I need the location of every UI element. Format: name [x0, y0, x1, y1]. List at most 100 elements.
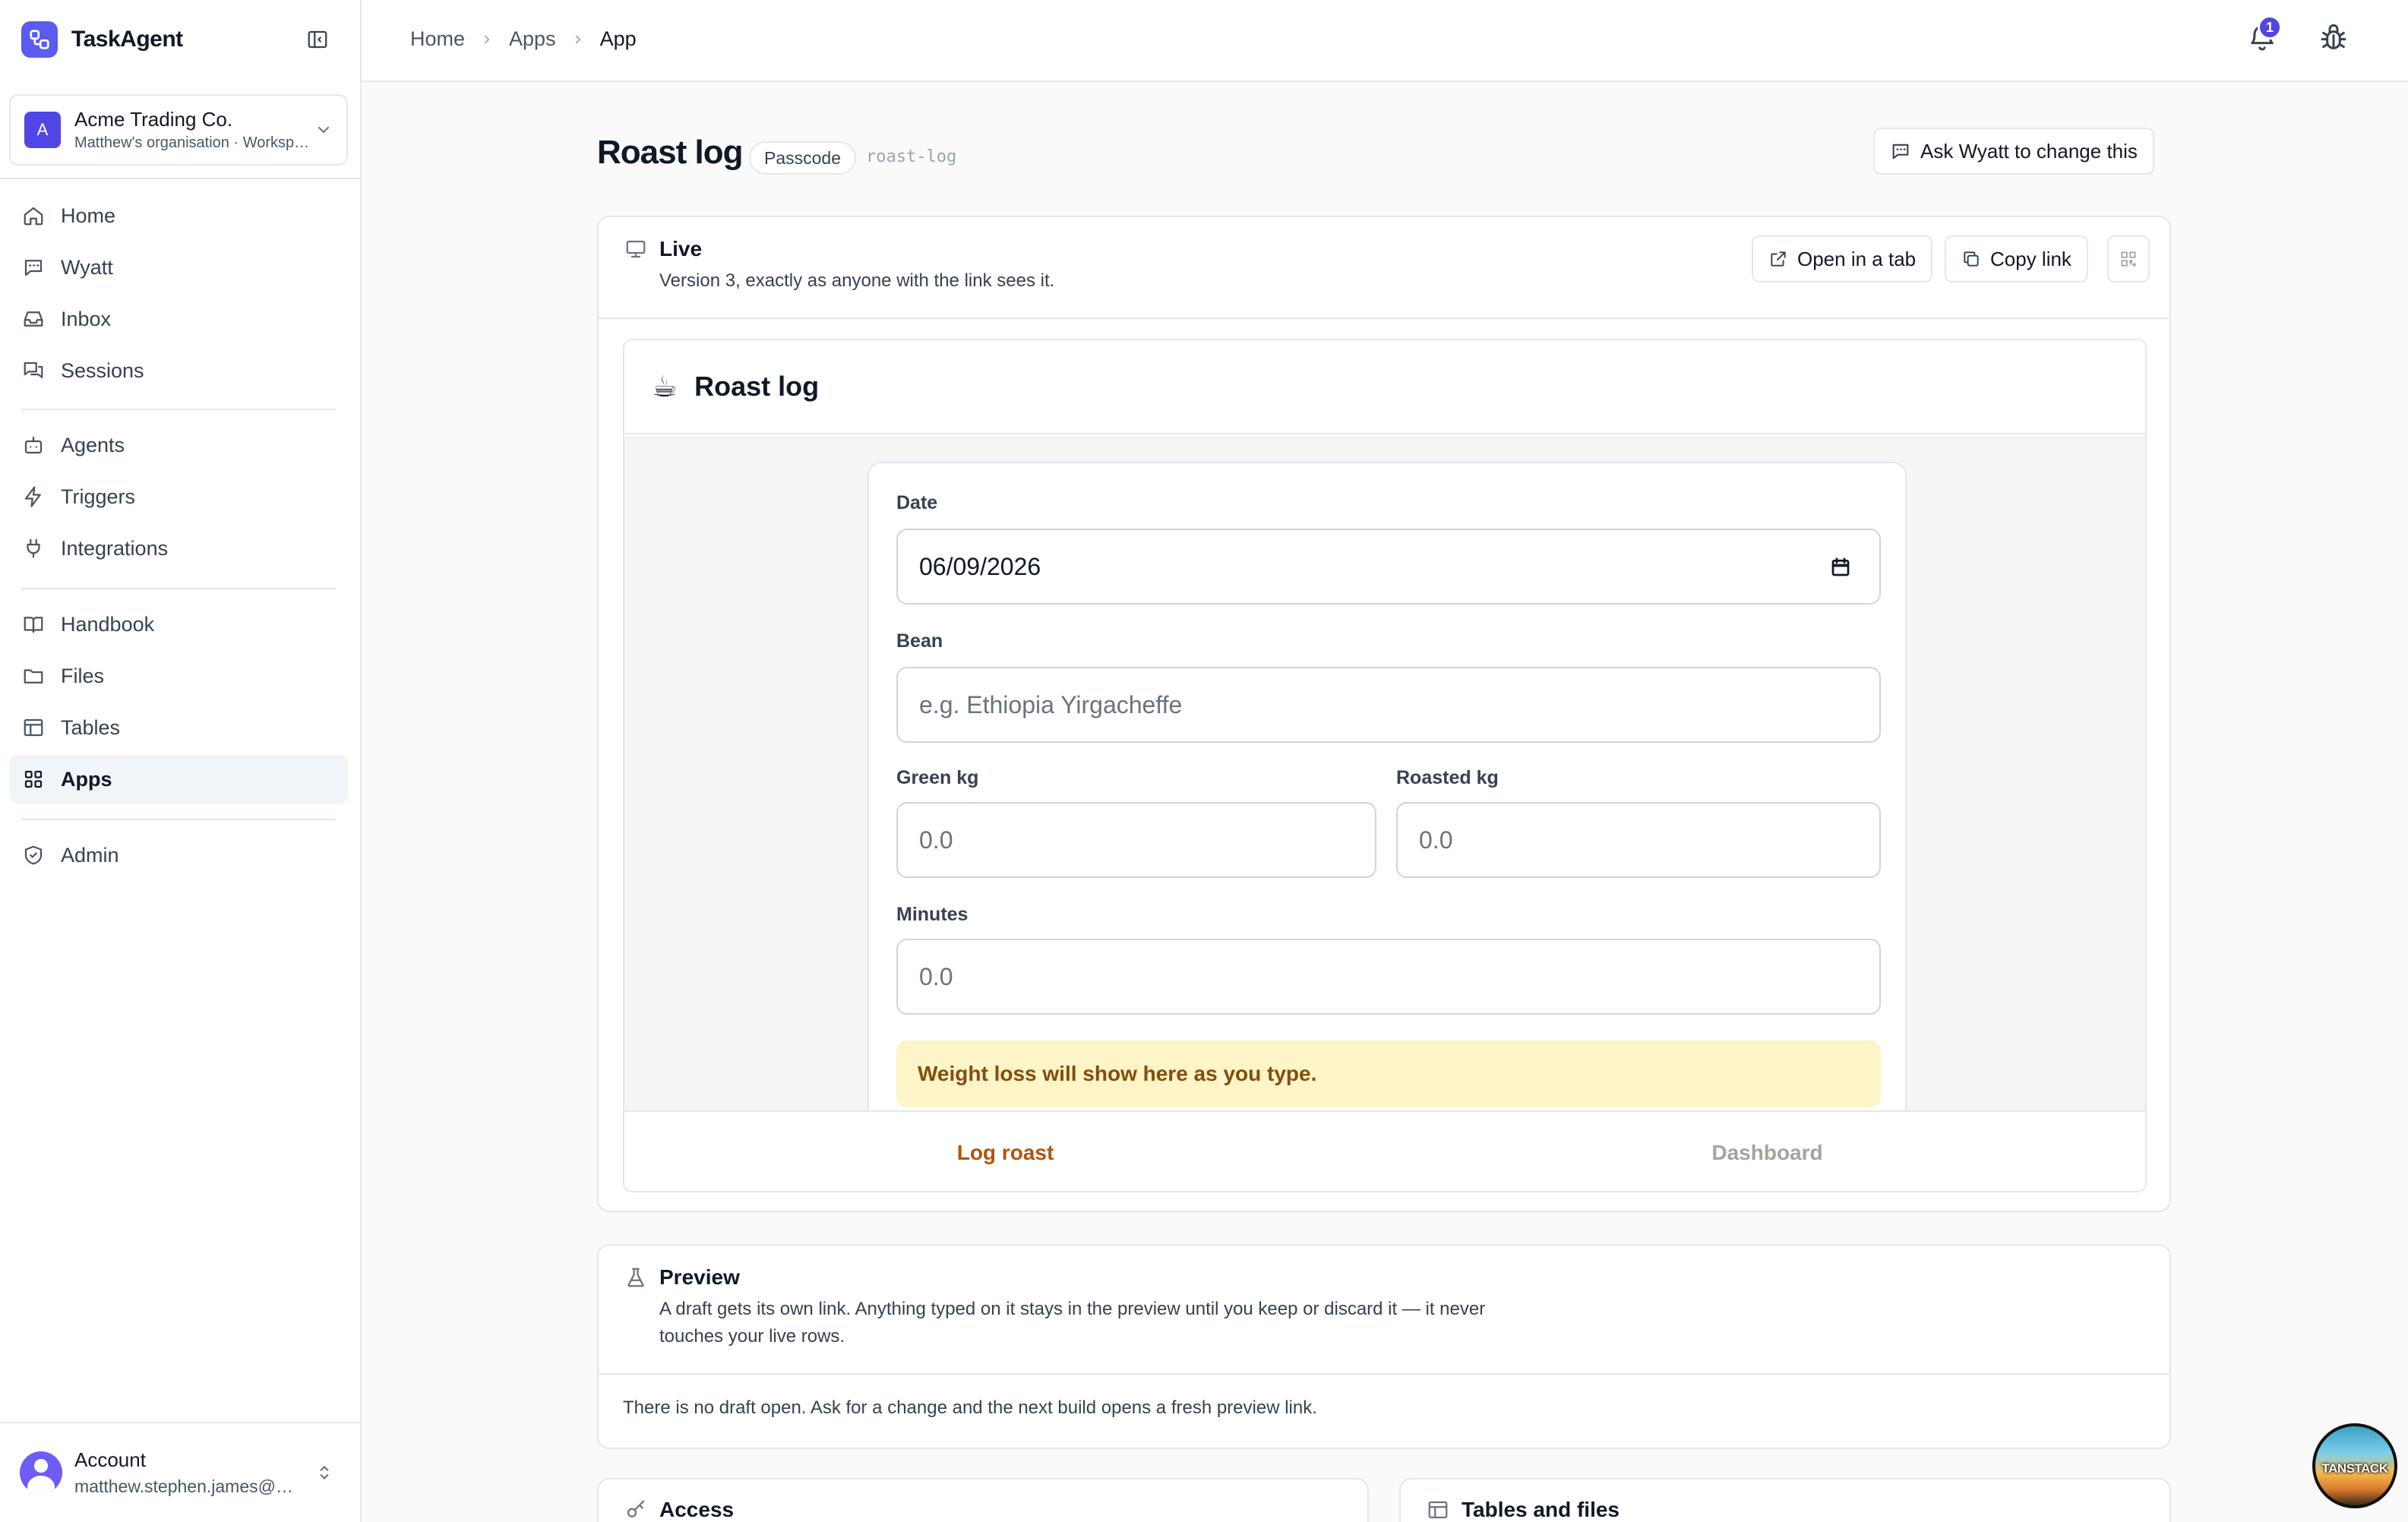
sidebar-item-home[interactable]: Home — [9, 191, 348, 240]
breadcrumb: Home Apps App — [410, 27, 637, 51]
brand-name: TaskAgent — [71, 27, 183, 52]
sidebar-item-apps[interactable]: Apps — [9, 755, 348, 804]
qr-code-icon — [2121, 251, 2136, 267]
flask-icon — [627, 1268, 644, 1287]
copy-link-button[interactable]: Copy link — [1945, 235, 2088, 283]
org-name: Acme Trading Co. — [74, 108, 233, 131]
key-icon — [627, 1500, 645, 1517]
avatar — [20, 1451, 62, 1494]
bug-icon[interactable] — [2318, 23, 2352, 56]
green-kg-input[interactable]: 0.0 — [896, 802, 1376, 878]
chevron-up-down-icon — [320, 1465, 329, 1480]
bean-input[interactable]: e.g. Ethiopia Yirgacheffe — [896, 667, 1881, 743]
app-body: Date 06/09/2026 Bean e.g. Ethiopia Yirga… — [624, 436, 2145, 1110]
live-header: Live — [624, 237, 702, 261]
access-badge: Passcode — [749, 141, 857, 175]
preview-header: Preview — [624, 1265, 740, 1290]
green-kg-label: Green kg — [896, 767, 979, 788]
sidebar-item-tables[interactable]: Tables — [9, 703, 348, 752]
table-icon — [1428, 1501, 1448, 1519]
preview-title: Preview — [659, 1265, 740, 1289]
sidebar-item-label: Integrations — [61, 536, 169, 560]
roast-form: Date 06/09/2026 Bean e.g. Ethiopia Yirga… — [867, 462, 1907, 1110]
preview-description-line: A draft gets its own link. Anything type… — [659, 1299, 1486, 1319]
sidebar-collapse-icon[interactable] — [302, 26, 333, 53]
shield-icon — [21, 843, 46, 867]
home-icon — [21, 204, 46, 228]
lightning-icon — [21, 485, 46, 509]
folder-icon — [21, 664, 46, 688]
account-menu[interactable]: Account matthew.stephen.james@example.co… — [0, 1422, 362, 1522]
external-link-icon — [1771, 251, 1786, 267]
roasted-kg-label: Roasted kg — [1396, 767, 1499, 788]
sidebar-item-label: Admin — [61, 843, 119, 867]
sidebar-item-wyatt[interactable]: Wyatt — [9, 243, 348, 292]
monitor-icon — [626, 240, 646, 258]
breadcrumb-home[interactable]: Home — [410, 27, 465, 51]
sidebar: TaskAgent A Acme Trading Co. Matthew's o… — [0, 0, 362, 1522]
sidebar-item-integrations[interactable]: Integrations — [9, 524, 348, 573]
ask-wyatt-button[interactable]: Ask Wyatt to change this — [1873, 128, 2154, 175]
roasted-kg-placeholder: 0.0 — [1419, 826, 1453, 854]
sidebar-item-label: Agents — [61, 433, 125, 456]
access-title: Access — [659, 1498, 735, 1521]
chat-icon — [21, 255, 46, 279]
tables-files-header: Tables and files — [1427, 1498, 1620, 1522]
robot-icon — [21, 433, 46, 457]
main-content: Roast log Passcode roast-log Ask Wyatt t… — [362, 84, 2408, 1522]
notification-count-badge: 1 — [2258, 15, 2282, 39]
brand-logo-icon — [21, 21, 58, 58]
sidebar-item-label: Tables — [61, 715, 121, 739]
minutes-label: Minutes — [896, 904, 969, 925]
date-label: Date — [896, 492, 938, 513]
sidebar-item-label: Home — [61, 204, 116, 227]
chevron-right-icon — [575, 35, 580, 43]
account-label: Account — [74, 1448, 146, 1471]
app-title: Roast log — [694, 371, 820, 402]
sidebar-item-handbook[interactable]: Handbook — [9, 600, 348, 649]
breadcrumb-current: App — [599, 27, 637, 50]
live-subtitle: Version 3, exactly as anyone with the li… — [659, 270, 1055, 291]
roasted-kg-input[interactable]: 0.0 — [1396, 802, 1881, 878]
sidebar-item-sessions[interactable]: Sessions — [9, 346, 348, 395]
app-header: ☕ Roast log — [624, 340, 2145, 434]
minutes-input[interactable]: 0.0 — [896, 939, 1881, 1015]
preview-description: A draft gets its own link. Anything type… — [659, 1296, 1485, 1350]
calendar-icon[interactable] — [1829, 556, 1852, 579]
app-preview-frame: ☕ Roast log Date 06/09/2026 Bean e.g. Et… — [623, 339, 2147, 1192]
tables-files-card: Tables and files — [1399, 1478, 2171, 1522]
sidebar-item-label: Inbox — [61, 307, 112, 330]
open-in-tab-button[interactable]: Open in a tab — [1752, 235, 1933, 283]
table-icon — [21, 715, 46, 740]
tanstack-devtools-badge[interactable]: TANSTACK — [2312, 1423, 2397, 1508]
org-switcher[interactable]: A Acme Trading Co. Matthew's organisatio… — [9, 94, 348, 166]
live-card: Live Version 3, exactly as anyone with t… — [597, 216, 2171, 1212]
sidebar-item-files[interactable]: Files — [9, 652, 348, 700]
sidebar-item-label: Files — [61, 664, 105, 687]
brand[interactable]: TaskAgent — [21, 21, 183, 58]
preview-card: Preview A draft gets its own link. Anyth… — [597, 1244, 2171, 1449]
sidebar-item-agents[interactable]: Agents — [9, 421, 348, 469]
preview-description-line: touches your live rows. — [659, 1326, 845, 1347]
card-divider — [599, 1373, 2169, 1375]
chat-icon — [1892, 144, 1909, 159]
app-slug: roast-log — [866, 147, 957, 166]
account-email: matthew.stephen.james@example.com — [74, 1476, 295, 1496]
tab-log-roast[interactable]: Log roast — [624, 1112, 1386, 1191]
tab-dashboard[interactable]: Dashboard — [1386, 1112, 2145, 1191]
sidebar-item-triggers[interactable]: Triggers — [9, 472, 348, 521]
inbox-icon — [21, 307, 46, 331]
chevron-right-icon — [484, 35, 490, 43]
bean-label: Bean — [896, 630, 943, 652]
sidebar-item-label: Wyatt — [61, 255, 113, 279]
qr-code-button[interactable] — [2107, 235, 2150, 283]
breadcrumb-apps[interactable]: Apps — [509, 27, 556, 51]
sidebar-item-inbox[interactable]: Inbox — [9, 295, 348, 343]
sidebar-item-label: Apps — [61, 767, 112, 791]
date-input[interactable]: 06/09/2026 — [896, 529, 1881, 605]
card-divider — [599, 317, 2169, 319]
preview-empty-message: There is no draft open. Ask for a change… — [623, 1397, 1317, 1418]
weight-loss-notice: Weight loss will show here as you type. — [896, 1040, 1881, 1107]
page-title: Roast log — [597, 134, 743, 171]
sidebar-item-admin[interactable]: Admin — [9, 831, 348, 879]
